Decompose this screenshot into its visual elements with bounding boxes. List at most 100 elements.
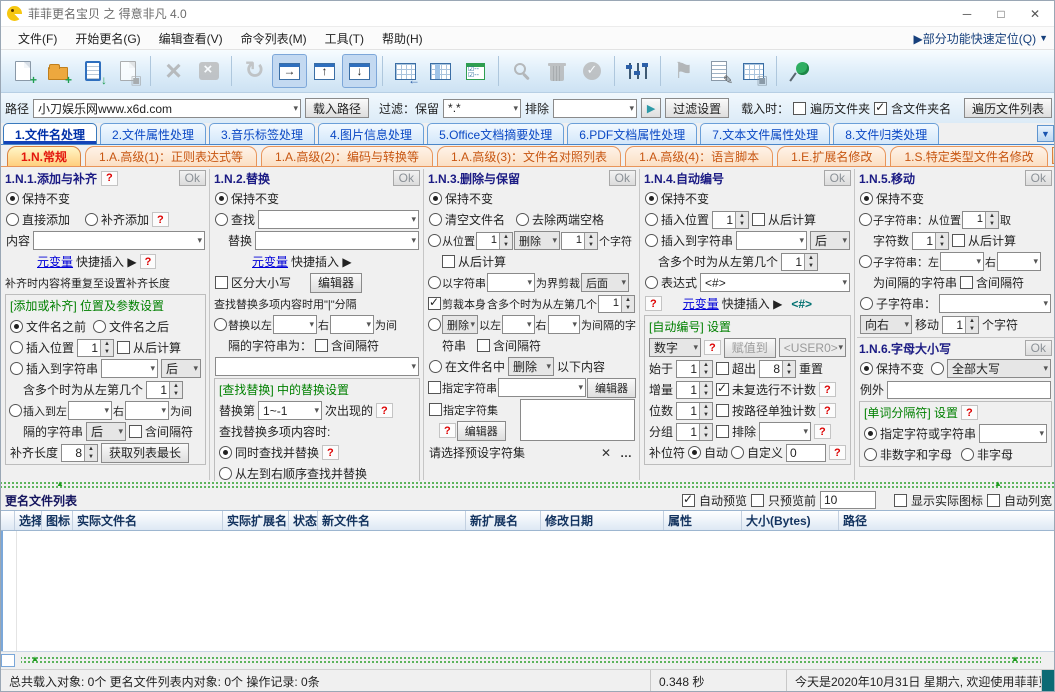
tabs-sub-tab-6[interactable]: 1.E.扩展名修改	[777, 146, 887, 166]
tabs-sub-tab-2[interactable]: 1.A.高级(1)：正则表达式等	[85, 146, 258, 166]
column-header-9[interactable]: 修改日期	[541, 511, 664, 530]
p4-number-type-combo[interactable]: 数字 ▾	[649, 338, 701, 357]
p4-expression-radio[interactable]	[645, 276, 658, 289]
p2-right-combo[interactable]: ▾	[330, 315, 374, 334]
p1-insert-pos-radio[interactable]	[10, 341, 23, 354]
tabs-main-tab-5[interactable]: 5.Office文档摘要处理	[427, 123, 565, 144]
pin-button[interactable]	[782, 54, 817, 88]
p1-pad-add-radio[interactable]	[85, 213, 99, 226]
p6-non-alpha-radio[interactable]	[961, 448, 975, 461]
column-header-10[interactable]: 属性	[664, 511, 742, 530]
p4-pad-custom-radio[interactable]	[731, 446, 745, 459]
p1-after-combo[interactable]: 后 ▾	[161, 359, 201, 378]
p4-start-spinner[interactable]: 1 ▲ ▼	[676, 359, 714, 378]
p1-include-sep-checkbox[interactable]	[129, 425, 143, 438]
tabs-main-tab-1[interactable]: 1.文件名处理	[3, 123, 98, 144]
panel6-ok-button[interactable]: Ok	[1024, 340, 1052, 356]
save-file-list-button[interactable]: ▣	[110, 54, 145, 88]
path-combo[interactable]: 小刀娱乐网www.x6d.com ▾	[33, 98, 302, 118]
p2-occurrence-combo[interactable]: 1~-1 ▾	[258, 401, 323, 420]
filter-exclude-combo[interactable]: ▾	[553, 98, 638, 118]
p2-replace-combo[interactable]: ▾	[255, 231, 419, 250]
p1-insert-to-string-radio[interactable]	[10, 362, 23, 375]
p3-from-pos-spinner[interactable]: 1 ▲ ▼	[476, 231, 513, 250]
p5-right-combo[interactable]: ▾	[997, 252, 1041, 271]
tabs-sub-tab-7[interactable]: 1.S.特定类型文件名修改	[890, 146, 1048, 166]
help-icon[interactable]: ?	[322, 445, 339, 460]
p6-keep-radio[interactable]	[860, 362, 873, 375]
p6-spec-combo[interactable]: ▾	[979, 424, 1047, 443]
help-icon[interactable]: ?	[439, 423, 456, 438]
p2-find-radio[interactable]	[215, 213, 228, 226]
p6-case-radio[interactable]	[931, 362, 945, 375]
p3-in-name-radio[interactable]	[429, 360, 442, 373]
clear-list-button[interactable]	[191, 54, 226, 88]
p4-from-end-checkbox[interactable]	[752, 213, 766, 226]
p3-charset-editor-button[interactable]: 编辑器	[456, 420, 506, 441]
p3-spec-string-combo[interactable]: ▾	[498, 378, 586, 397]
preview-count-input[interactable]: 10	[819, 491, 876, 509]
p3-include-sep-checkbox[interactable]	[477, 339, 491, 352]
p5-direction-combo[interactable]: 向右 ▾	[860, 315, 912, 334]
column-header-8[interactable]: 新扩展名	[466, 511, 541, 530]
apply-filter-button[interactable]: ▶	[641, 98, 662, 118]
p3-boundary-combo[interactable]: ▾	[487, 273, 535, 292]
p1-get-longest-button[interactable]: 获取列表最长	[101, 442, 190, 463]
include-folder-name-checkbox[interactable]	[874, 100, 888, 115]
show-icons-checkbox[interactable]	[893, 493, 907, 507]
tabs-main-tab-7[interactable]: 7.文本文件属性处理	[700, 123, 831, 144]
p2-simultaneous-radio[interactable]	[219, 446, 232, 459]
p5-from-spinner[interactable]: 1 ▲ ▼	[962, 210, 999, 229]
tabs-sub-tab-5[interactable]: 1.A.高级(4)：语言脚本	[625, 146, 774, 166]
help-icon[interactable]: ?	[961, 405, 978, 420]
tabs-main-tab-3[interactable]: 3.音乐标签处理	[209, 123, 316, 144]
column-header-1[interactable]	[1, 511, 15, 530]
check-rows-button[interactable]	[458, 54, 493, 88]
panel-down-button[interactable]: ↓	[342, 54, 377, 88]
p5-move-spinner[interactable]: 1 ▲ ▼	[942, 315, 980, 334]
p5-substr-combo[interactable]: ▾	[939, 294, 1051, 313]
p1-insert-between-radio[interactable]	[9, 404, 22, 417]
help-icon[interactable]: ?	[152, 212, 169, 227]
p5-left-combo[interactable]: ▾	[940, 252, 984, 271]
traverse-file-list-button[interactable]: 遍历文件列表	[963, 98, 1052, 118]
p4-assign-target-combo[interactable]: <USER0> ▾	[778, 338, 846, 357]
column-header-3[interactable]: 图标	[42, 511, 73, 530]
quick-locate-dropdown[interactable]: ▶部分功能快速定位(Q) ▼	[914, 30, 1048, 47]
options-sliders-button[interactable]	[620, 54, 655, 88]
panel-up-button[interactable]: ↑	[307, 54, 342, 88]
panel4-ok-button[interactable]: Ok	[823, 170, 851, 186]
p4-pad-custom-input[interactable]: 0	[786, 443, 827, 462]
insert-column-button[interactable]: ←	[388, 54, 423, 88]
preview-first-checkbox[interactable]	[750, 493, 764, 507]
p3-delete-between-radio[interactable]	[428, 318, 441, 331]
p3-from-pos-radio[interactable]	[428, 234, 441, 247]
p4-increment-spinner[interactable]: 1 ▲ ▼	[676, 380, 714, 399]
help-icon[interactable]: ?	[819, 403, 836, 418]
p1-right-combo[interactable]: ▾	[125, 401, 169, 420]
menu-item-6[interactable]: 帮助(H)	[373, 30, 432, 48]
tabs-main-tab-4[interactable]: 4.图片信息处理	[318, 123, 425, 144]
p3-right-combo[interactable]: ▾	[547, 315, 580, 334]
p4-var-link[interactable]: 元变量	[683, 295, 719, 312]
column-header-4[interactable]: 实际文件名	[73, 511, 223, 530]
p5-include-sep-checkbox[interactable]	[960, 276, 974, 289]
p1-sep-after-combo[interactable]: 后 ▾	[86, 422, 127, 441]
help-icon[interactable]: ?	[101, 170, 118, 186]
p1-insert-pos-spinner[interactable]: 1 ▲ ▼	[77, 338, 115, 357]
panel-list-splitter[interactable]: ▲ ▲	[1, 480, 1054, 490]
flag-button[interactable]: ⚑	[666, 54, 701, 88]
menu-item-3[interactable]: 编辑查看(V)	[150, 30, 232, 48]
p4-exclude-combo[interactable]: ▾	[759, 422, 812, 441]
tabs-main-tab-6[interactable]: 6.PDF文档属性处理	[567, 123, 698, 144]
menu-item-1[interactable]: 文件(F)	[9, 30, 66, 48]
p6-spec-radio[interactable]	[864, 427, 877, 440]
p4-insert-pos-spinner[interactable]: 1 ▲ ▼	[712, 210, 750, 229]
p6-non-alnum-radio[interactable]	[864, 448, 877, 461]
resize-grip[interactable]	[1042, 670, 1054, 691]
p1-from-end-checkbox[interactable]	[117, 341, 131, 354]
p3-by-string-radio[interactable]	[428, 276, 441, 289]
p3-delete2-combo[interactable]: 删除 ▾	[442, 315, 479, 334]
p3-back-combo[interactable]: 后面 ▾	[581, 273, 629, 292]
panel3-ok-button[interactable]: Ok	[608, 170, 636, 186]
